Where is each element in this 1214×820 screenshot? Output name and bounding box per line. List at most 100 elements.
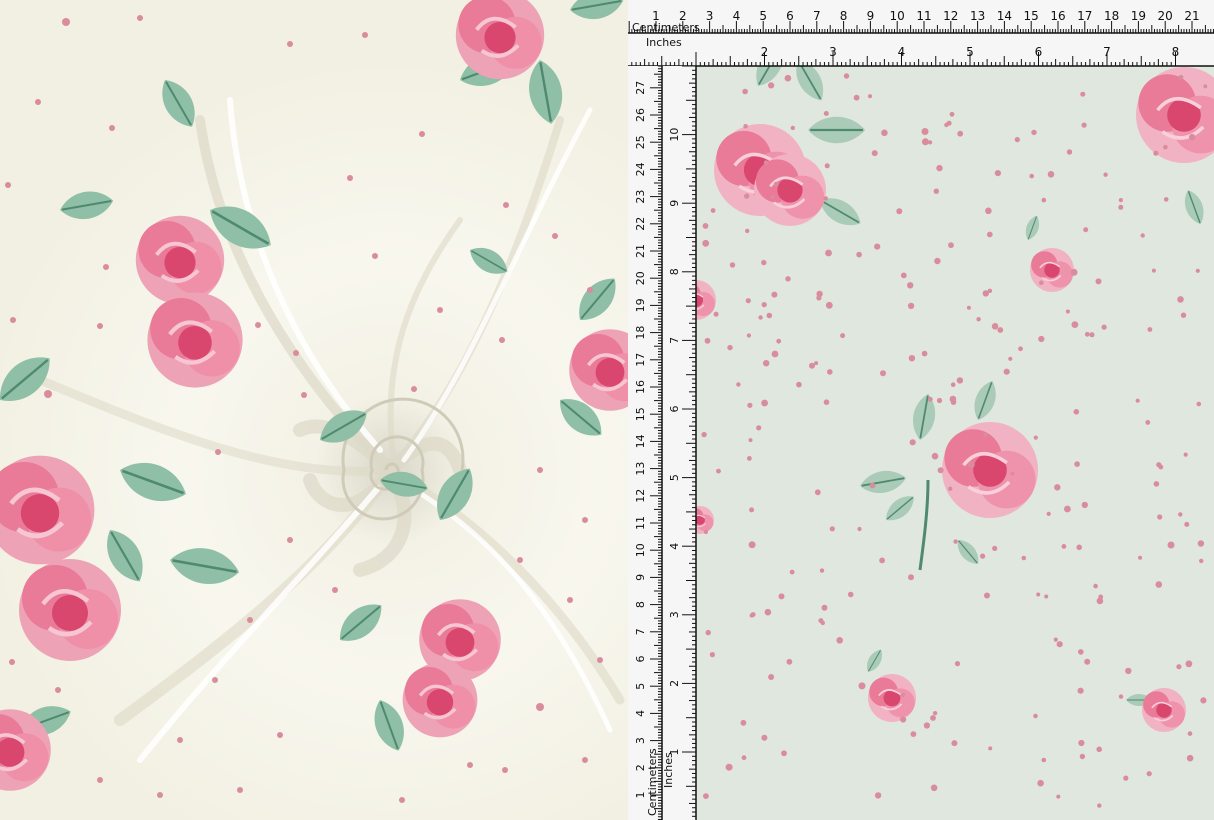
fabric-dot (749, 507, 755, 513)
fabric-dot (1196, 401, 1202, 407)
ruler-number-cm: 1 (652, 9, 660, 23)
fabric-dot (1178, 74, 1184, 80)
fabric-dot (847, 591, 854, 598)
fabric-dot (746, 333, 751, 338)
fabric-dot (908, 574, 914, 581)
fabric-dot (1056, 794, 1061, 799)
fabric-dot (1070, 268, 1078, 276)
ruler-number-in: 7 (1103, 45, 1111, 59)
fabric-dot (933, 188, 939, 194)
fabric-dot (874, 792, 882, 799)
fabric-dot (1054, 484, 1061, 491)
fabric-dot (871, 150, 878, 157)
fabric-dot (745, 228, 750, 234)
fabric-dot (987, 288, 993, 293)
fabric-dot (983, 432, 988, 437)
ruler-number-cm: 10 (634, 543, 647, 557)
ruler-number-cm: 8 (840, 9, 848, 23)
product-image-composite: Centimeters Inches Centimeters Inches 12… (0, 0, 1214, 820)
fabric-dot (896, 208, 903, 215)
fabric-dot (1185, 660, 1193, 668)
ruler-number-cm: 12 (943, 9, 958, 23)
fabric-dot (1176, 664, 1182, 670)
fabric-dot (1184, 521, 1190, 527)
fabric-dot (910, 731, 917, 737)
fabric-dot (823, 111, 829, 116)
fabric-dot (1053, 637, 1058, 642)
fabric-dot (857, 526, 862, 532)
fabric-dot (1157, 514, 1163, 520)
ruler-number-cm: 3 (706, 9, 714, 23)
fabric-dot (703, 529, 708, 535)
fabric-dot (907, 282, 914, 289)
fabric-dot (951, 740, 958, 747)
fabric-dot (1078, 649, 1084, 655)
fabric-dot (1061, 544, 1067, 549)
fabric-dot (702, 223, 709, 229)
fabric-dot (703, 793, 709, 799)
fabric-dot (1103, 172, 1108, 177)
fabric-dot (900, 272, 907, 279)
fabric-dot (948, 242, 954, 249)
fabric-dot (1065, 309, 1070, 314)
fabric-dot (1135, 398, 1140, 403)
top-cm-numbers: 1 2 3 4 5 6 7 8 9 10 11 12 13 14 15 16 17 18 19 20 21 (652, 9, 1199, 23)
fabric-dot (701, 431, 707, 438)
fabric-dot (786, 658, 793, 665)
fabric-dot (770, 195, 775, 200)
fabric-dot (761, 302, 767, 308)
fabric-flat-with-ruler: Centimeters Inches Centimeters Inches 12… (628, 0, 1214, 820)
ruler-number-cm: 18 (1104, 9, 1119, 23)
ruler-number-cm: 1 (634, 792, 647, 799)
fabric-dot (869, 482, 876, 489)
ruler-number-in: 1 (668, 749, 681, 756)
fabric-dot (809, 362, 815, 369)
fabric-dot (1047, 171, 1055, 178)
fabric-dot (750, 612, 756, 617)
fabric-dot (741, 755, 747, 761)
ruler-number-cm: 6 (786, 9, 794, 23)
fabric-dot (823, 196, 828, 201)
fabric-dot (713, 311, 719, 317)
ruler-number-cm: 2 (679, 9, 687, 23)
fabric-dot (771, 350, 779, 358)
ruler-number-cm: 5 (759, 9, 767, 23)
left-in-label: Inches (662, 752, 675, 788)
ruler-number-cm: 20 (1158, 9, 1173, 23)
ruler-number-cm: 17 (1077, 9, 1092, 23)
fabric-dot (1163, 144, 1168, 150)
ruler-number-in: 9 (668, 200, 681, 207)
ruler-number-cm: 13 (634, 462, 647, 476)
fabric-dot (1180, 312, 1187, 318)
fabric-dot (1089, 332, 1095, 338)
fabric-dot (1186, 754, 1194, 762)
fabric-dot (705, 629, 711, 636)
fabric-dot (1084, 658, 1091, 665)
fabric-dot (1037, 779, 1044, 787)
fabric-dot (740, 719, 747, 726)
fabric-dot (980, 553, 986, 559)
fabric-dot (1158, 464, 1164, 470)
fabric-dot (957, 130, 964, 137)
fabric-dot (950, 399, 957, 405)
fabric-dot (923, 722, 930, 729)
fabric-dot (1189, 133, 1196, 141)
fabric-dot (1123, 775, 1129, 781)
fabric-dot (1096, 746, 1102, 753)
fabric-dot (1200, 697, 1207, 704)
fabric-dot (991, 323, 999, 330)
fabric-dot (858, 682, 866, 690)
fabric-dot (768, 674, 775, 680)
ruler-number-in: 5 (668, 474, 681, 481)
fabric-dot (1076, 544, 1082, 551)
fabric-dot (934, 257, 941, 265)
ruler-number-cm: 21 (634, 244, 647, 258)
fabric-dot (1153, 481, 1160, 487)
ruler-number-cm: 9 (634, 574, 647, 581)
ruler-number-cm: 7 (813, 9, 821, 23)
fabric-dot (900, 692, 906, 698)
fabric-dot (986, 231, 993, 238)
ruler-number-in: 7 (668, 337, 681, 344)
fabric-dot (814, 489, 821, 496)
fabric-dot (1093, 583, 1098, 589)
